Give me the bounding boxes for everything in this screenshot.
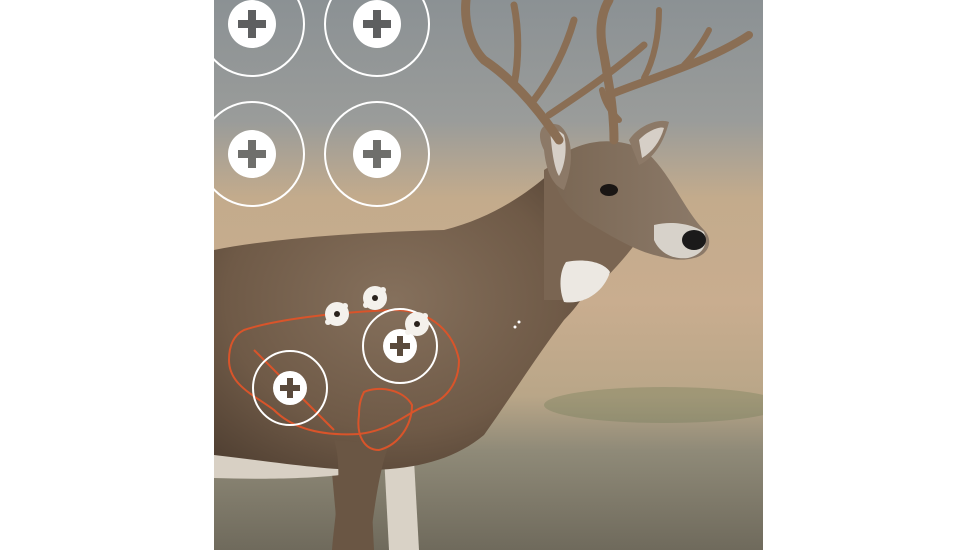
splatter-icon (405, 312, 429, 336)
deer-target-photo (214, 0, 763, 550)
splatter-icon (363, 286, 387, 310)
splatter-icon (325, 302, 349, 326)
